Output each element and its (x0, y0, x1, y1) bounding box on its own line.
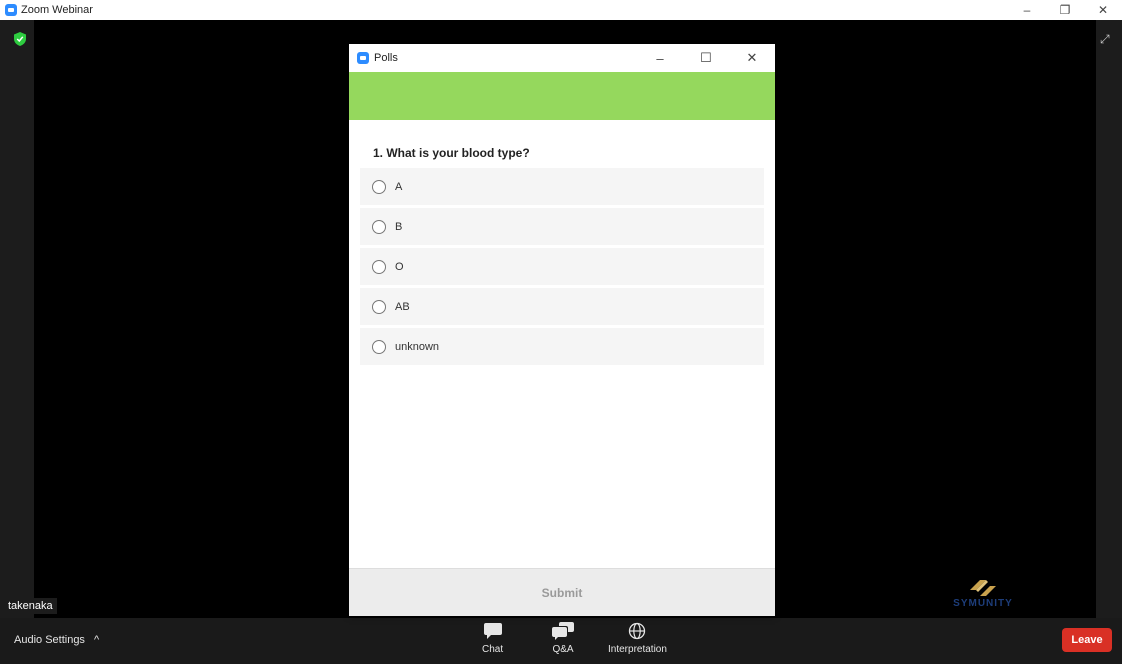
window-controls: – ❐ ✕ (1008, 0, 1122, 20)
qa-label: Q&A (552, 644, 574, 655)
chat-button[interactable]: Chat (482, 622, 503, 655)
polls-titlebar: Polls – ☐ ✕ (349, 44, 775, 72)
poll-question: 1. What is your blood type? (373, 146, 530, 160)
poll-option[interactable]: A (360, 168, 764, 205)
option-label: O (395, 260, 404, 273)
zoom-app-icon (5, 4, 17, 16)
poll-banner (349, 72, 775, 120)
maximize-icon[interactable]: ☐ (683, 44, 729, 72)
participant-name-tag: takenaka (4, 598, 57, 614)
leave-button[interactable]: Leave (1062, 628, 1112, 652)
option-label: A (395, 180, 403, 193)
poll-footer: Submit (349, 568, 775, 616)
window-title: Zoom Webinar (21, 4, 93, 16)
restore-icon[interactable]: ❐ (1046, 0, 1084, 20)
polls-window-controls: – ☐ ✕ (637, 44, 775, 72)
symunity-logo: SYMUNITY (944, 578, 1022, 622)
interpretation-button[interactable]: Interpretation (608, 622, 667, 655)
logo-mark-icon (970, 580, 996, 596)
poll-option[interactable]: O (360, 248, 764, 285)
poll-option[interactable]: unknown (360, 328, 764, 365)
close-icon[interactable]: ✕ (1084, 0, 1122, 20)
poll-body: 1. What is your blood type? A B O AB unk… (349, 120, 775, 365)
close-icon[interactable]: ✕ (729, 44, 775, 72)
qa-button[interactable]: Q&A (552, 622, 574, 655)
qa-icon (552, 622, 574, 640)
logo-text: SYMUNITY (953, 598, 1013, 609)
meeting-toolbar: Audio Settings ^ Chat Q&A Interpretation… (0, 618, 1122, 664)
chat-icon (483, 623, 502, 639)
radio-button[interactable] (372, 339, 386, 354)
poll-option[interactable]: AB (360, 288, 764, 325)
polls-title: Polls (374, 52, 398, 64)
chat-label: Chat (482, 644, 504, 655)
option-label: AB (395, 300, 410, 313)
radio-button[interactable] (372, 179, 386, 194)
submit-button[interactable]: Submit (542, 586, 583, 600)
polls-window: Polls – ☐ ✕ 1. What is your blood type? … (349, 44, 775, 616)
minimize-icon[interactable]: – (1008, 0, 1046, 20)
stage-left-panel (0, 20, 34, 618)
audio-settings-button[interactable]: Audio Settings ^ (14, 634, 99, 646)
option-label: unknown (395, 340, 440, 353)
option-label: B (395, 220, 403, 233)
radio-button[interactable] (372, 219, 386, 234)
poll-option[interactable]: B (360, 208, 764, 245)
radio-button[interactable] (372, 299, 386, 314)
security-shield-icon[interactable] (14, 32, 26, 46)
window-titlebar: Zoom Webinar – ❐ ✕ (0, 0, 1122, 20)
fullscreen-icon[interactable]: ⤢ (1100, 32, 1114, 46)
globe-icon (629, 622, 646, 640)
minimize-icon[interactable]: – (637, 44, 683, 72)
audio-settings-label: Audio Settings (14, 634, 85, 646)
chevron-up-icon: ^ (94, 634, 100, 646)
radio-button[interactable] (372, 259, 386, 274)
stage-right-panel (1096, 20, 1122, 618)
interpretation-label: Interpretation (608, 644, 667, 655)
zoom-app-icon (357, 52, 369, 64)
